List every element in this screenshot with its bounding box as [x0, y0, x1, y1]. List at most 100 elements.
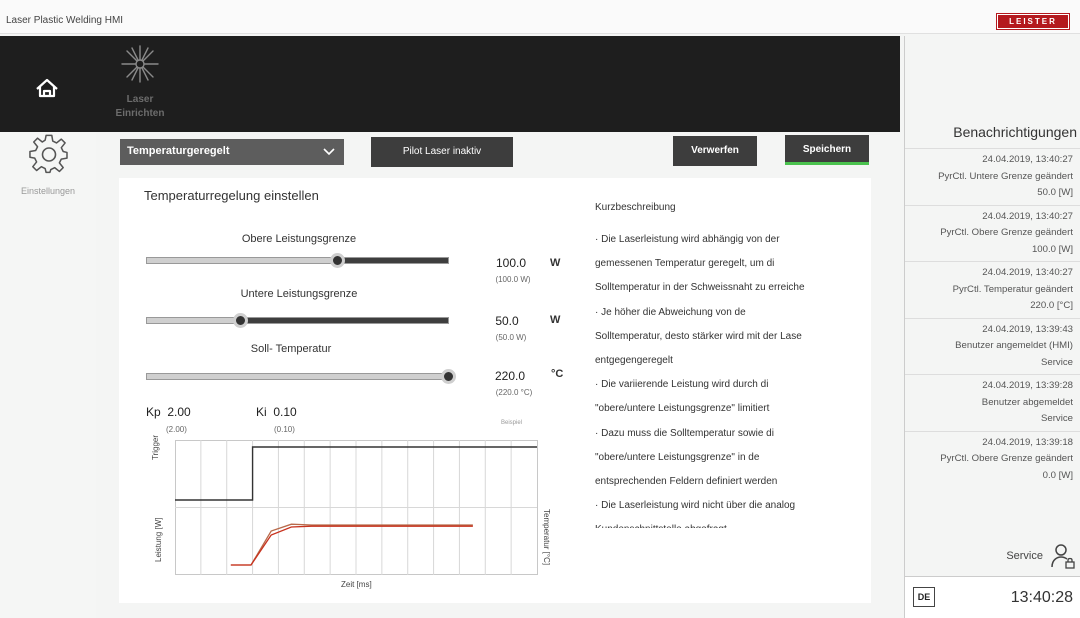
description-line: · Je höher die Abweichung von de [595, 306, 746, 318]
notification-item[interactable]: 24.04.2019, 13:40:27 PyrCtl. Temperatur g… [905, 261, 1080, 318]
target-temp-label: Soll- Temperatur [250, 343, 332, 355]
lower-limit-unit: W [550, 314, 561, 326]
upper-limit-label: Obere Leistungsgrenze [241, 233, 357, 245]
notification-time: 24.04.2019, 13:39:43 [982, 323, 1073, 335]
description-heading: Kurzbeschreibung [595, 202, 676, 213]
gear-icon [29, 134, 68, 174]
slider-fill [147, 318, 241, 323]
notification-time: 24.04.2019, 13:40:27 [982, 267, 1073, 278]
kp-field[interactable]: Kp 2.00 [146, 405, 191, 419]
slider-knob[interactable] [441, 369, 456, 384]
description-line: "obere/untere Leistungsgrenze" in de [595, 451, 760, 463]
notification-item[interactable]: 24.04.2019, 13:40:27 PyrCtl. Obere Grenze… [905, 204, 1080, 262]
target-temp-value: 220.0 [494, 369, 526, 383]
mode-select[interactable]: Temperaturgeregelt [120, 139, 344, 165]
lower-limit-slider[interactable] [146, 313, 449, 328]
chart-series-line [230, 523, 473, 566]
chart-ylabel-left: Leistung [W] [154, 517, 163, 562]
upper-limit-value: 100.0 [495, 256, 527, 270]
ki-field[interactable]: Ki 0.10 [256, 405, 297, 419]
mode-select-value: Temperaturgeregelt [127, 145, 230, 157]
left-nav: Einstellungen [0, 132, 96, 618]
brand-logo-text: LEISTER [998, 15, 1068, 28]
notification-text: Benutzer abgemeldet [981, 396, 1073, 408]
notification-text: Benutzer angemeldet (HMI) [955, 340, 1073, 351]
settings-button[interactable] [28, 134, 70, 176]
slider-knob[interactable] [329, 253, 345, 268]
chart-series-line [230, 525, 473, 566]
description-line: · Dazu muss die Solltemperatur sowie di [595, 427, 774, 439]
language-button[interactable]: DE [913, 587, 935, 607]
top-nav-bar: Laser Einrichten [0, 36, 900, 132]
notification-text: PyrCtl. Untere Grenze geändert [938, 170, 1073, 182]
chevron-down-icon [323, 148, 335, 156]
notification-value: Service [1041, 413, 1073, 424]
description-line: Kundenschnittstelle abgefragt [595, 518, 821, 528]
user-lock-icon [1051, 544, 1075, 569]
chart-ylabel-right: Temperatur [°C] [542, 509, 551, 566]
ki-value: 0.10 [273, 405, 297, 419]
lower-limit-value: 50.0 [495, 314, 519, 328]
target-temp-slider[interactable] [146, 369, 456, 384]
notification-text: PyrCtl. Obere Grenze geändert [940, 227, 1073, 238]
ki-label: Ki [256, 405, 267, 419]
pilot-laser-button[interactable]: Pilot Laser inaktiv [371, 137, 513, 167]
kp-sub: (2.00) [166, 425, 187, 434]
chart-xlabel: Zeit [ms] [341, 580, 372, 589]
laser-setup-button[interactable]: Laser Einrichten [104, 44, 176, 128]
description-text: · Die Laserleistung wird abhängig von de… [595, 228, 821, 528]
settings-panel: Temperaturregelung einstellen Obere Leis… [119, 178, 871, 603]
description-line: entgegengeregelt [595, 355, 673, 367]
lower-limit-sub: (50.0 W) [495, 333, 527, 342]
kp-label: Kp [146, 405, 161, 419]
upper-limit-sub: (100.0 W) [495, 275, 531, 284]
target-temp-sub: (220.0 °C) [495, 388, 533, 397]
ki-sub: (0.10) [274, 425, 295, 434]
description-line: Solltemperatur, desto stärker wird mit d… [595, 330, 802, 342]
upper-limit-unit: W [550, 257, 561, 269]
notifications-heading: Benachrichtigungen [953, 124, 1077, 140]
notification-value: Service [1041, 356, 1073, 368]
panel-title: Temperaturregelung einstellen [144, 188, 319, 203]
description-line: entsprechenden Feldern definiert werden [595, 476, 778, 488]
slider-fill [147, 258, 337, 263]
laser-label-line2: Einrichten [115, 108, 165, 119]
slider-knob[interactable] [233, 313, 249, 328]
controller-chart [175, 440, 538, 575]
slider-fill [147, 374, 448, 379]
discard-button[interactable]: Verwerfen [673, 136, 757, 166]
laser-setup-label: Laser Einrichten [104, 93, 176, 121]
brand-logo: LEISTER [996, 13, 1070, 30]
title-bar: Laser Plastic Welding HMI LEISTER [0, 0, 1080, 34]
notification-value: 0.0 [W] [1042, 469, 1073, 481]
notification-time: 24.04.2019, 13:39:28 [982, 380, 1073, 391]
notification-time: 24.04.2019, 13:40:27 [982, 154, 1073, 165]
laser-label-line1: Laser [126, 94, 154, 105]
home-icon [36, 78, 58, 98]
user-area[interactable]: Service [905, 538, 1080, 576]
notification-value: 100.0 [W] [1031, 243, 1073, 255]
description-box: Kurzbeschreibung · Die Laserleistung wir… [595, 202, 821, 528]
notification-item[interactable]: 24.04.2019, 13:39:18 PyrCtl. Obere Grenze… [905, 430, 1080, 488]
description-line: · Die Laserleistung wird abhängig von de… [595, 234, 780, 245]
save-button[interactable]: Speichern [785, 135, 869, 165]
description-line: · Die variierende Leistung wird durch di [595, 379, 769, 391]
target-temp-unit: °C [551, 368, 564, 380]
description-line: · Die Laserleistung wird nicht über die … [595, 500, 796, 512]
home-button[interactable] [22, 66, 72, 106]
description-line: Solltemperatur in der Schweissnaht zu er… [595, 282, 805, 294]
lower-limit-label: Untere Leistungsgrenze [240, 288, 358, 300]
status-footer: DE 13:40:28 [905, 576, 1080, 618]
notification-value: 50.0 [W] [1037, 187, 1073, 198]
notification-time: 24.04.2019, 13:39:18 [982, 436, 1073, 448]
user-name: Service [1006, 550, 1043, 562]
notification-item[interactable]: 24.04.2019, 13:39:28 Benutzer abgemeldet S… [905, 374, 1080, 431]
app-title: Laser Plastic Welding HMI [6, 15, 124, 26]
chart-corner-text: Beispiel [501, 420, 523, 426]
settings-label: Einstellungen [20, 186, 76, 196]
notification-item[interactable]: 24.04.2019, 13:39:43 Benutzer angemeldet … [905, 317, 1080, 375]
notification-value: 220.0 [°C] [1030, 300, 1073, 311]
notification-item[interactable]: 24.04.2019, 13:40:27 PyrCtl. Untere Grenz… [905, 148, 1080, 205]
upper-limit-slider[interactable] [146, 253, 449, 268]
chart-ylabel-top: Trigger [151, 434, 160, 460]
